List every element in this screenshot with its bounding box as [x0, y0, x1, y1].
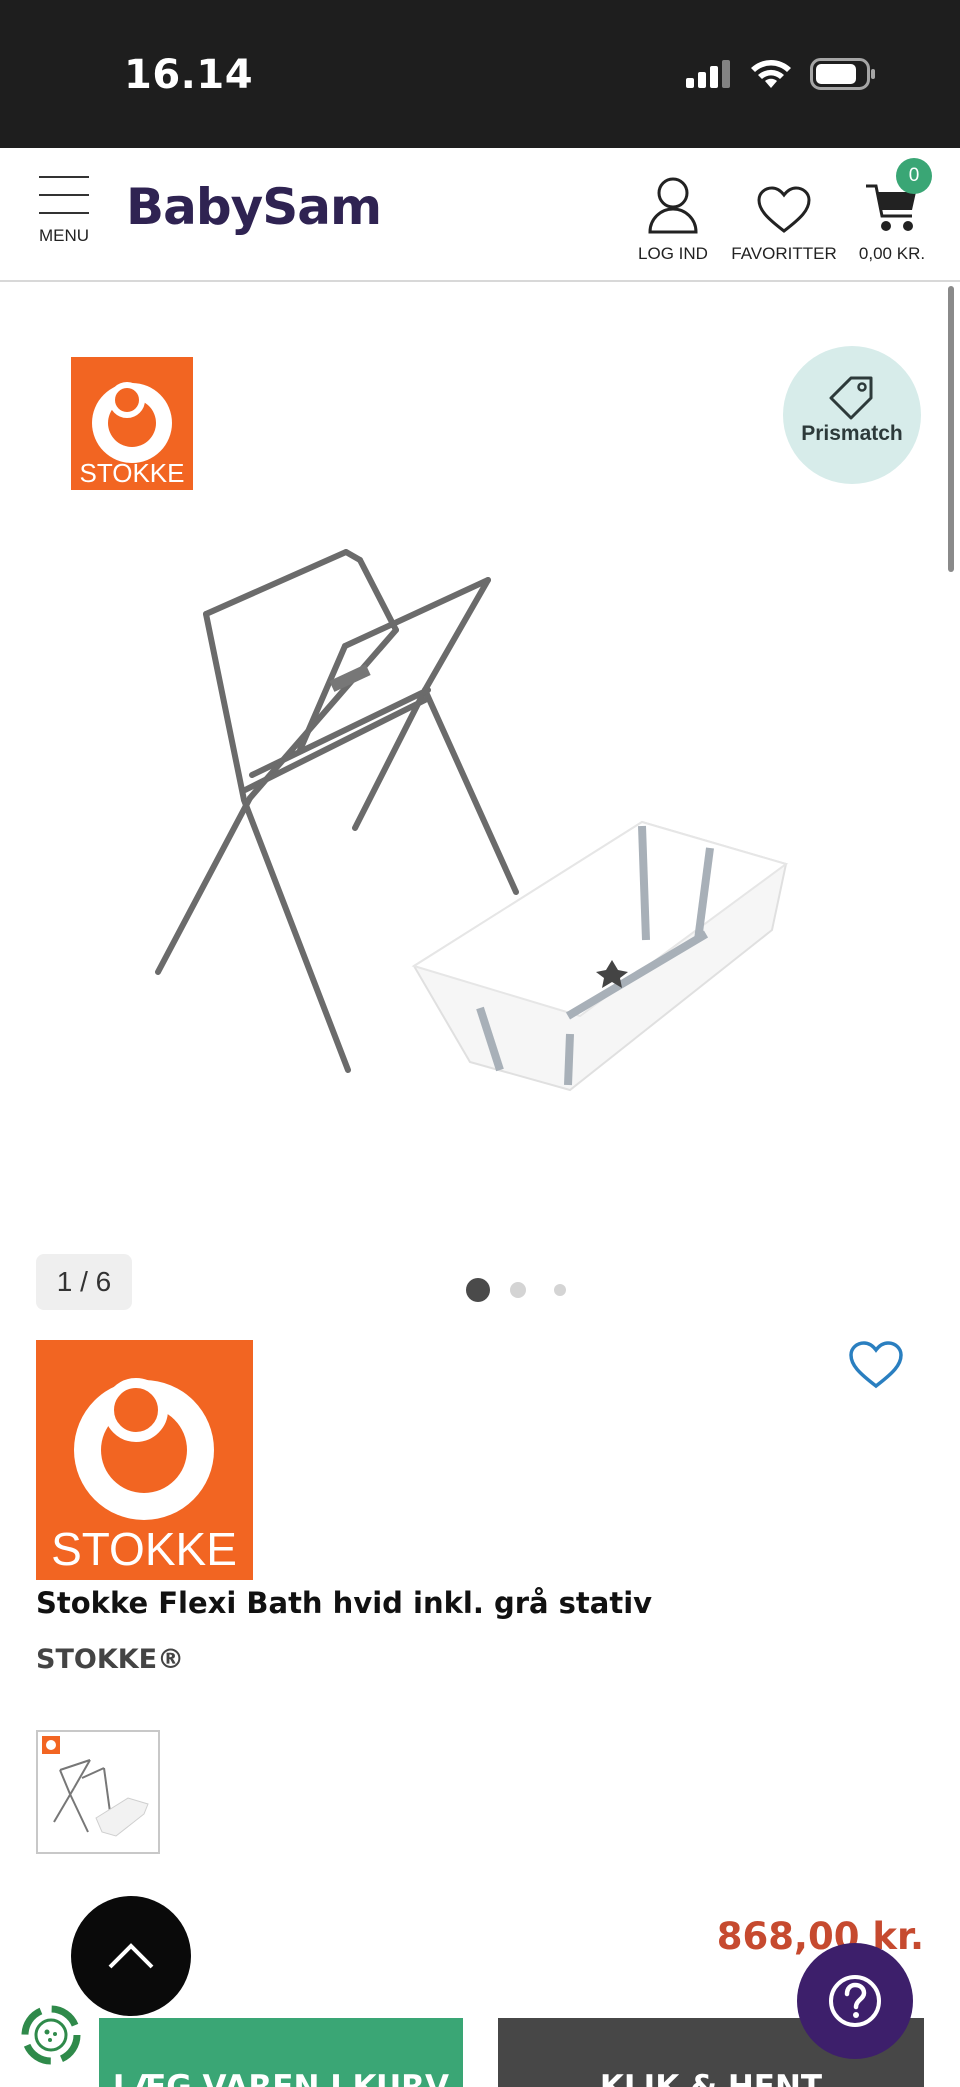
product-brand[interactable]: STOKKE®: [36, 1644, 184, 1675]
site-header: MENU BabySam LOG IND FAVORITTER 0,00 KR.: [0, 148, 960, 282]
favorites-label: FAVORITTER: [731, 244, 837, 263]
stokke-logo-small: STOKKE: [71, 357, 193, 490]
battery-icon: [810, 58, 875, 90]
question-icon: [829, 1975, 881, 2027]
cart-total: 0,00 KR.: [858, 244, 926, 263]
carousel-dot[interactable]: [510, 1282, 526, 1298]
favorites-button[interactable]: FAVORITTER: [728, 172, 840, 264]
status-time: 16.14: [124, 52, 254, 98]
signal-icon: [686, 60, 730, 88]
status-bar: 16.14: [0, 0, 960, 148]
price-tag-icon: [829, 376, 873, 420]
product-price: 868,00 kr.: [716, 1915, 924, 1958]
prismatch-label: Prismatch: [801, 422, 903, 445]
heart-icon: [757, 186, 811, 233]
scrollbar[interactable]: [948, 286, 954, 572]
svg-text:STOKKE: STOKKE: [51, 1523, 237, 1575]
add-to-cart-button[interactable]: LÆG VAREN I KURV: [99, 2018, 463, 2087]
carousel-dot[interactable]: [554, 1284, 566, 1296]
add-to-favorites-button[interactable]: [848, 1340, 904, 1390]
product-image[interactable]: [140, 530, 800, 1130]
site-logo[interactable]: BabySam: [126, 178, 382, 236]
status-icons: [686, 58, 876, 90]
add-to-cart-label: LÆG VAREN I KURV: [112, 2069, 450, 2087]
click-collect-label: KLIK & HENT: [599, 2069, 823, 2087]
scroll-to-top-button[interactable]: [71, 1896, 191, 2016]
image-counter: 1 / 6: [36, 1254, 132, 1310]
cart-count-badge: 0: [896, 158, 932, 194]
menu-button[interactable]: MENU: [36, 176, 92, 246]
svg-text:STOKKE: STOKKE: [79, 458, 184, 488]
heart-outline-icon: [849, 1341, 903, 1389]
recycle-icon[interactable]: [16, 2000, 86, 2070]
product-title: Stokke Flexi Bath hvid inkl. grå stativ: [36, 1586, 653, 1620]
chevron-up-icon: [108, 1943, 154, 1969]
help-button[interactable]: [797, 1943, 913, 2059]
wifi-icon: [751, 60, 791, 88]
stokke-logo-large[interactable]: STOKKE: [36, 1340, 253, 1580]
carousel-dots: [466, 1278, 566, 1302]
login-button[interactable]: LOG IND: [630, 172, 716, 264]
user-icon: [648, 177, 698, 234]
product-thumbnail[interactable]: [36, 1730, 160, 1854]
login-label: LOG IND: [638, 244, 708, 263]
prismatch-button[interactable]: Prismatch: [783, 346, 921, 484]
menu-label: MENU: [38, 226, 90, 245]
hamburger-icon: [36, 176, 92, 214]
carousel-dot-active[interactable]: [466, 1278, 490, 1302]
